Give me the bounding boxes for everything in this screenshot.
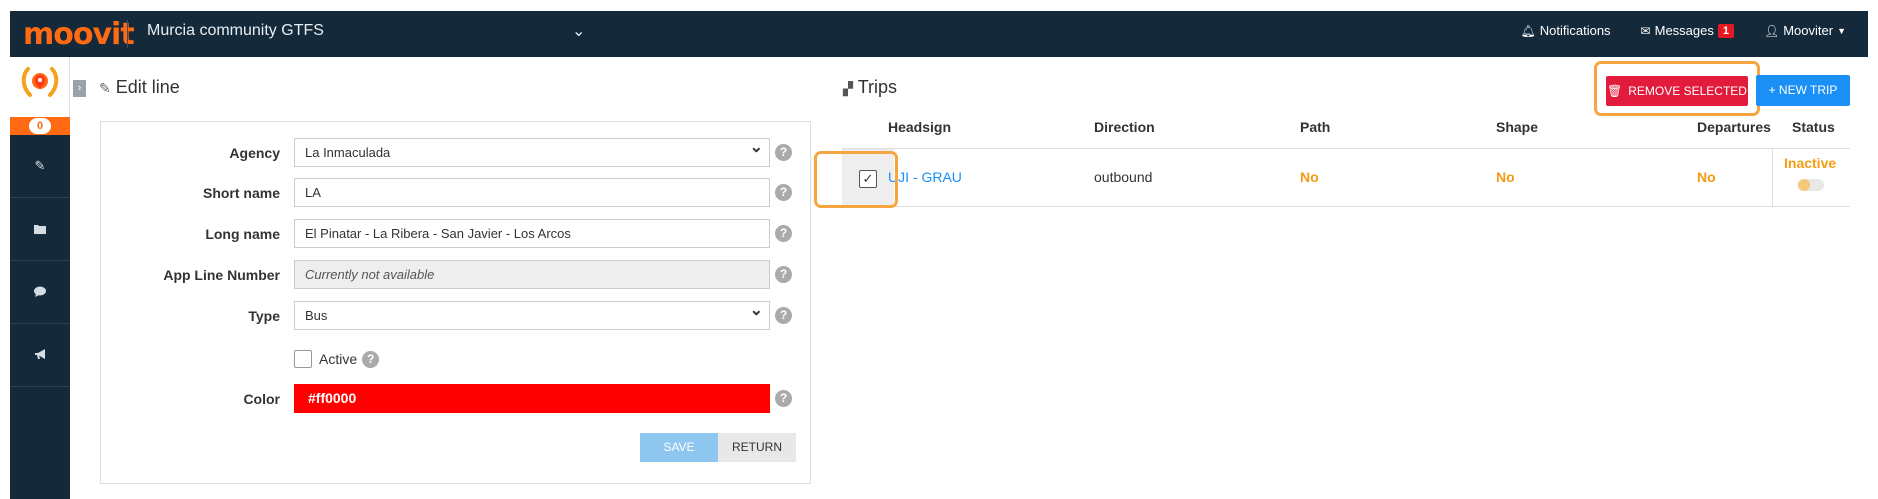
caret-down-icon: ▼ [1837, 25, 1846, 36]
path-cell: No [1300, 169, 1319, 185]
new-trip-button[interactable]: + NEW TRIP [1756, 75, 1850, 106]
folder-icon [34, 222, 46, 237]
points-count: 0 [29, 118, 51, 134]
status-cell: Inactive [1772, 149, 1850, 206]
active-label[interactable]: Active [319, 351, 357, 367]
help-icon[interactable]: ? [775, 184, 792, 201]
top-navbar: moovit Murcia community GTFS ⌄ 🔔︎ Notifi… [10, 11, 1868, 57]
return-button[interactable]: RETURN [718, 433, 796, 462]
help-icon[interactable]: ? [775, 390, 792, 407]
active-checkbox-row: Active ? [294, 348, 380, 370]
project-selector-label[interactable]: Murcia community GTFS [147, 22, 324, 40]
messages-link[interactable]: ✉ Messages 1 [1641, 23, 1734, 38]
sidebar-item-announcements[interactable] [10, 324, 70, 387]
column-header-departures[interactable]: Departures [1697, 119, 1771, 135]
column-header-headsign[interactable]: Headsign [888, 119, 951, 135]
agency-label: Agency [229, 145, 280, 161]
envelope-icon: ✉ [1640, 23, 1651, 38]
edit-line-form: Agency La Inmaculada ? Short name LA ? L… [100, 121, 811, 484]
long-name-input[interactable]: El Pinatar - La Ribera - San Javier - Lo… [294, 219, 770, 248]
column-header-shape[interactable]: Shape [1496, 119, 1538, 135]
direction-cell: outbound [1094, 169, 1153, 185]
notifications-label: Notifications [1539, 23, 1611, 38]
type-label: Type [248, 308, 280, 324]
user-menu[interactable]: 👤︎ Mooviter ▼ [1764, 23, 1846, 38]
headsign-link[interactable]: UJI - GRAU [888, 169, 962, 185]
edit-line-title-text: Edit line [115, 77, 180, 97]
help-icon[interactable]: ? [775, 225, 792, 242]
help-icon[interactable]: ? [775, 144, 792, 161]
trips-title-text: Trips [857, 77, 898, 97]
status-toggle[interactable] [1798, 179, 1824, 191]
left-sidebar: 0 ✎ [10, 57, 70, 499]
notifications-link[interactable]: 🔔︎ Notifications [1521, 23, 1611, 38]
navbar-divider [127, 20, 128, 48]
moovit-logo[interactable]: moovit [23, 17, 135, 52]
column-header-direction[interactable]: Direction [1094, 119, 1155, 135]
highlight-row-checkbox [814, 151, 898, 208]
road-icon: ▞ [843, 81, 853, 96]
long-name-row: Long name El Pinatar - La Ribera - San J… [101, 219, 812, 249]
points-badge: 0 [10, 117, 70, 135]
agency-row: Agency La Inmaculada ? [101, 134, 812, 168]
help-icon[interactable]: ? [775, 266, 792, 283]
bell-icon: 🔔︎ [1520, 23, 1536, 38]
app-line-number-row: App Line Number Currently not available … [101, 260, 812, 290]
long-name-label: Long name [205, 226, 280, 242]
short-name-label: Short name [202, 185, 280, 201]
short-name-input[interactable]: LA [294, 178, 770, 207]
type-row: Type Bus ? [101, 297, 812, 331]
color-label: Color [243, 391, 280, 407]
agency-select[interactable]: La Inmaculada [294, 134, 770, 167]
shape-cell: No [1496, 169, 1515, 185]
help-icon[interactable]: ? [775, 307, 792, 324]
short-name-row: Short name LA ? [101, 178, 812, 208]
column-header-status[interactable]: Status [1792, 119, 1835, 135]
help-icon[interactable]: ? [362, 350, 380, 368]
app-line-number-label: App Line Number [163, 267, 280, 283]
save-button[interactable]: SAVE [640, 433, 718, 462]
departures-cell: No [1697, 169, 1716, 185]
messages-label: Messages [1654, 23, 1714, 38]
color-input[interactable]: #ff0000 [294, 384, 770, 413]
bullhorn-icon [34, 348, 46, 363]
user-icon: 👤︎ [1763, 23, 1780, 38]
edit-line-title: ✎ Edit line [99, 77, 180, 98]
type-select[interactable]: Bus [294, 297, 770, 330]
sidebar-item-edit[interactable]: ✎ [10, 135, 70, 198]
active-checkbox[interactable] [294, 350, 312, 368]
navbar-right: 🔔︎ Notifications ✉ Messages 1 👤︎ Moovite… [1491, 23, 1847, 38]
color-row: Color #ff0000 ? [101, 384, 812, 414]
pencil-icon: ✎ [34, 158, 46, 173]
community-badge-icon [18, 65, 62, 99]
chevron-down-icon[interactable]: ⌄ [572, 21, 585, 41]
sidebar-item-files[interactable] [10, 198, 70, 261]
messages-count-badge: 1 [1717, 23, 1734, 38]
user-name: Mooviter [1783, 23, 1834, 38]
trips-title: ▞ Trips [843, 77, 897, 98]
column-header-path[interactable]: Path [1300, 119, 1330, 135]
table-row[interactable]: ✓ UJI - GRAU outbound No No No Inactive [842, 148, 1850, 207]
highlight-remove-button [1594, 61, 1760, 116]
pencil-icon: ✎ [99, 80, 111, 96]
status-label: Inactive [1784, 155, 1837, 171]
sidebar-avatar-block[interactable] [10, 57, 70, 117]
app-line-number-input: Currently not available [294, 260, 770, 289]
comment-icon [34, 285, 46, 300]
panel-toggle-arrow-icon[interactable]: › [73, 80, 86, 97]
sidebar-item-comments[interactable] [10, 261, 70, 324]
